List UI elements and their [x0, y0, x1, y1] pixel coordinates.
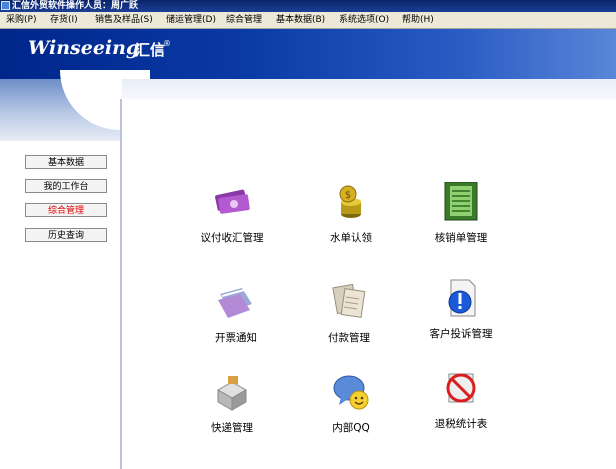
menu-inventory[interactable]: 存货(I)	[50, 14, 78, 26]
window-title: 汇信外贸软件操作人员：周广跃	[12, 1, 139, 11]
no-tax-icon	[441, 368, 481, 408]
ledger-icon	[441, 181, 481, 222]
menu-bar: 采购(P) 存货(I) 销售及样品(S) 储运管理(D) 综合管理 基本数据(B…	[0, 12, 616, 29]
menu-sales-samples[interactable]: 销售及样品(S)	[95, 14, 153, 26]
logo-text: Winseeing	[28, 37, 140, 59]
documents-icon	[329, 282, 369, 322]
app-icon	[1, 1, 10, 10]
module-invoice-notice[interactable]: 开票通知	[181, 282, 291, 345]
registered-mark: ®	[163, 39, 171, 48]
module-internal-qq[interactable]: 内部QQ	[296, 372, 406, 435]
module-label: 开票通知	[215, 332, 257, 344]
title-bar: 汇信外贸软件操作人员：周广跃	[0, 0, 616, 12]
module-receipt-management[interactable]: 议付收汇管理	[177, 182, 287, 245]
sidebar-item-integrated-management[interactable]: 综合管理	[25, 203, 107, 217]
module-label: 议付收汇管理	[200, 232, 264, 244]
svg-text:$: $	[345, 190, 351, 201]
menu-logistics[interactable]: 储运管理(D)	[166, 14, 216, 26]
sidebar-item-my-workbench[interactable]: 我的工作台	[25, 179, 107, 193]
module-payment-management[interactable]: 付款管理	[294, 282, 404, 345]
logo-cn: 汇信	[135, 41, 166, 59]
module-tax-refund-stats[interactable]: 退税统计表	[406, 368, 516, 431]
module-customer-complaints[interactable]: 客户投诉管理	[406, 278, 516, 341]
module-label: 退税统计表	[434, 418, 488, 430]
module-label: 付款管理	[328, 332, 370, 344]
module-label: 客户投诉管理	[429, 328, 493, 340]
module-verification-form[interactable]: 核销单管理	[406, 181, 516, 245]
menu-basic-data[interactable]: 基本数据(B)	[276, 14, 325, 26]
sidebar-item-history-query[interactable]: 历史查询	[25, 228, 107, 242]
info-document-icon	[441, 278, 481, 318]
sidebar-item-basic-data[interactable]: 基本数据	[25, 155, 107, 169]
menu-integrated[interactable]: 综合管理	[226, 14, 262, 26]
module-bank-slip-claim[interactable]: $ 水单认领	[296, 182, 406, 245]
module-label: 内部QQ	[332, 422, 370, 434]
coins-icon: $	[331, 182, 371, 222]
module-label: 水单认领	[330, 232, 372, 244]
delivery-icon	[212, 372, 252, 412]
menu-system-options[interactable]: 系统选项(O)	[339, 14, 389, 26]
module-label: 核销单管理	[434, 232, 488, 244]
folder-icon	[216, 282, 256, 322]
menu-purchase[interactable]: 采购(P)	[6, 14, 36, 26]
content-header-strip	[122, 79, 616, 99]
vertical-divider	[120, 99, 122, 469]
money-icon	[212, 182, 252, 222]
module-label: 快递管理	[211, 422, 253, 434]
chat-icon	[331, 372, 371, 412]
menu-help[interactable]: 帮助(H)	[402, 14, 434, 26]
module-express-management[interactable]: 快递管理	[177, 372, 287, 435]
